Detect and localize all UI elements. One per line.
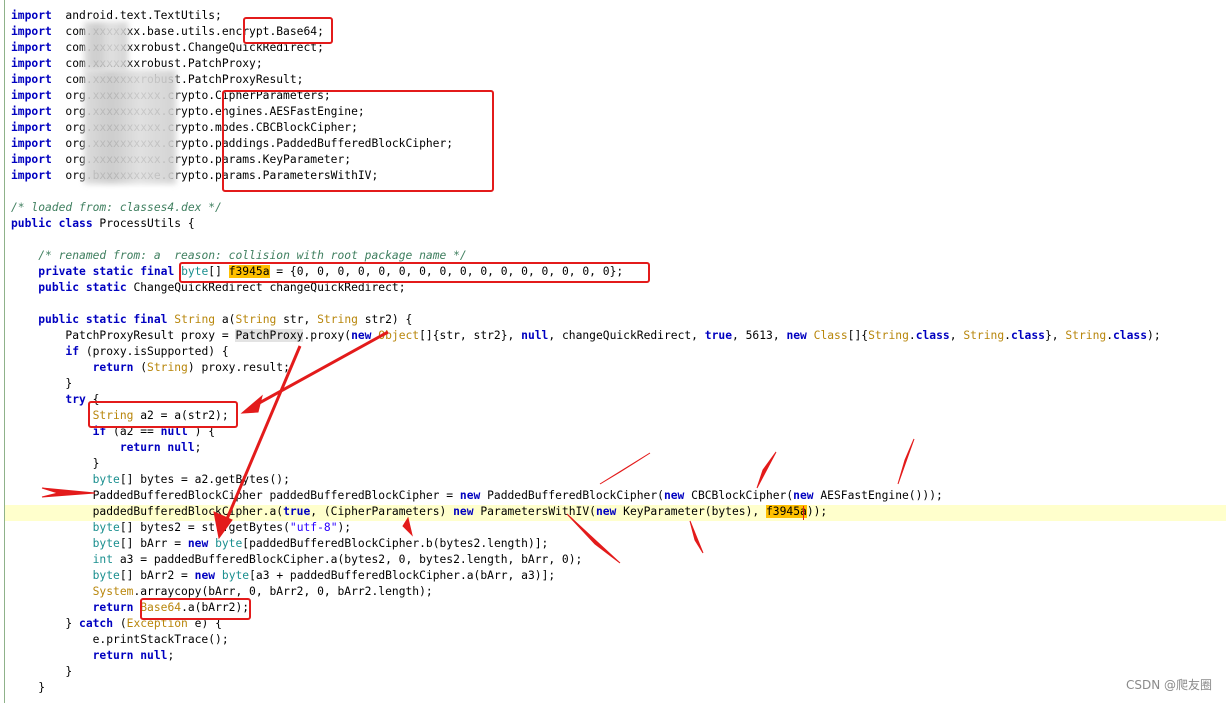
arrow-head bbox=[897, 438, 915, 485]
arrow-head bbox=[756, 451, 777, 489]
arrow-line bbox=[222, 345, 302, 527]
arrow-line bbox=[251, 330, 389, 409]
arrow-head bbox=[41, 487, 96, 498]
csdn-watermark: CSDN @爬友圈 bbox=[1125, 678, 1212, 692]
arrow-head bbox=[599, 452, 651, 485]
arrow-head bbox=[566, 513, 621, 564]
annotation-arrows bbox=[41, 330, 915, 564]
arrow-head bbox=[402, 516, 413, 537]
arrow-head bbox=[240, 394, 263, 414]
arrow-head bbox=[689, 520, 704, 554]
